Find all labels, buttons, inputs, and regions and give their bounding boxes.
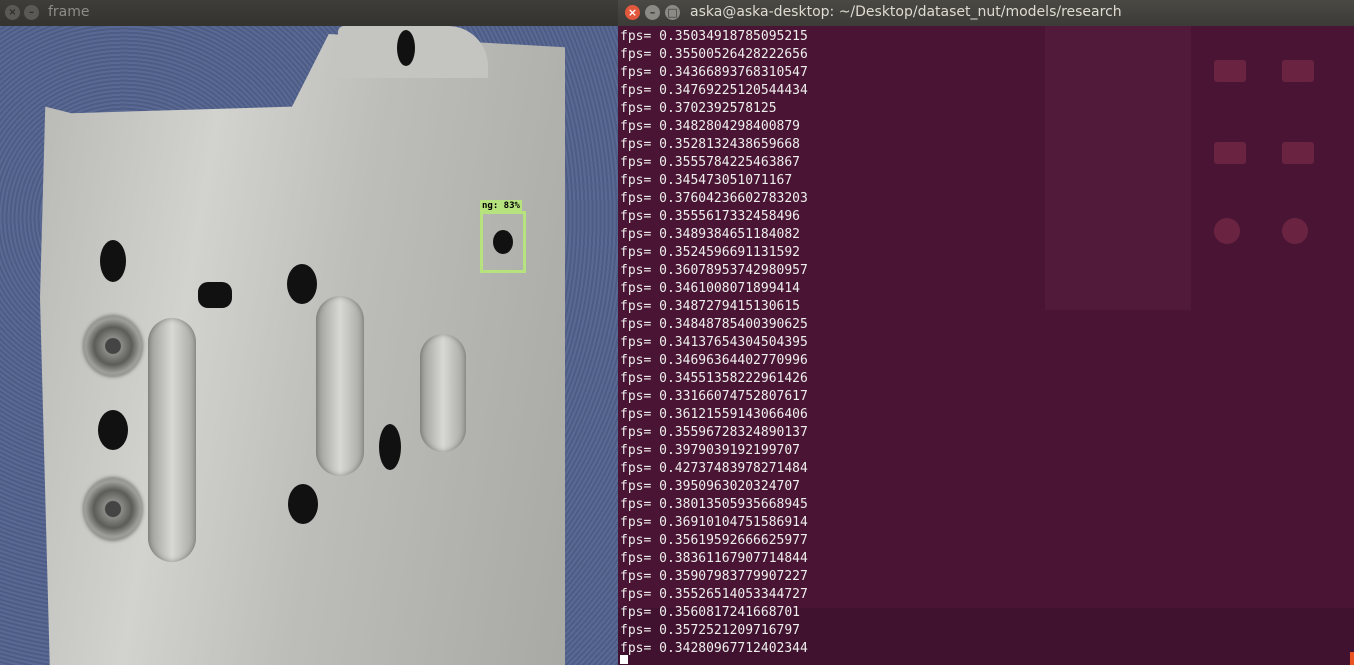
frame-titlebar[interactable]: × – frame bbox=[0, 0, 618, 26]
file-icon bbox=[1214, 218, 1240, 244]
camera-frame-image: ng: 83% bbox=[0, 26, 618, 665]
terminal-line: fps= 0.35619592666625977 bbox=[620, 533, 808, 548]
plate-hole bbox=[98, 410, 128, 450]
terminal-line: fps= 0.34551358222961426 bbox=[620, 371, 808, 386]
terminal-line: fps= 0.3555617332458496 bbox=[620, 209, 801, 224]
terminal-body[interactable]: fps= 0.35034918785095215 fps= 0.355005264… bbox=[618, 26, 1354, 665]
terminal-line: fps= 0.35907983779907227 bbox=[620, 569, 808, 584]
terminal-window: × – □ aska@aska-desktop: ~/Desktop/datas… bbox=[618, 0, 1354, 665]
terminal-line: fps= 0.35500526428222656 bbox=[620, 47, 808, 62]
terminal-line: fps= 0.37604236602783203 bbox=[620, 191, 808, 206]
launcher-indicator bbox=[1350, 652, 1354, 665]
plate-hole bbox=[379, 424, 401, 470]
terminal-cursor bbox=[620, 655, 628, 664]
folder-icon bbox=[1282, 142, 1314, 164]
folder-icon bbox=[1214, 60, 1246, 82]
terminal-line: fps= 0.34769225120544434 bbox=[620, 83, 808, 98]
terminal-line: fps= 0.34366893768310547 bbox=[620, 65, 808, 80]
frame-window-title: frame bbox=[48, 4, 90, 20]
plate-ridge bbox=[148, 318, 196, 562]
file-icon bbox=[1282, 218, 1308, 244]
terminal-line: fps= 0.3489384651184082 bbox=[620, 227, 801, 242]
terminal-line: fps= 0.34696364402770996 bbox=[620, 353, 808, 368]
terminal-line: fps= 0.3482804298400879 bbox=[620, 119, 801, 134]
terminal-line: fps= 0.3555784225463867 bbox=[620, 155, 801, 170]
terminal-line: fps= 0.3528132438659668 bbox=[620, 137, 801, 152]
plate-ridge bbox=[420, 334, 466, 452]
terminal-line: fps= 0.3702392578125 bbox=[620, 101, 777, 116]
plate-hole bbox=[198, 282, 232, 308]
terminal-window-title: aska@aska-desktop: ~/Desktop/dataset_nut… bbox=[690, 4, 1122, 20]
hex-nut bbox=[84, 316, 142, 376]
minimize-icon[interactable]: – bbox=[645, 5, 660, 20]
terminal-line: fps= 0.35034918785095215 bbox=[620, 29, 808, 44]
terminal-line: fps= 0.3524596691131592 bbox=[620, 245, 801, 260]
close-icon[interactable]: × bbox=[5, 5, 20, 20]
terminal-line: fps= 0.42737483978271484 bbox=[620, 461, 808, 476]
frame-window: × – frame ng: 83% bbox=[0, 0, 618, 665]
terminal-line: fps= 0.36121559143066406 bbox=[620, 407, 808, 422]
background-file-panel bbox=[1045, 26, 1191, 310]
minimize-icon[interactable]: – bbox=[24, 5, 39, 20]
terminal-line: fps= 0.3979039192199707 bbox=[620, 443, 801, 458]
plate-ridge bbox=[316, 296, 364, 476]
terminal-line: fps= 0.36910104751586914 bbox=[620, 515, 808, 530]
terminal-line: fps= 0.34280967712402344 bbox=[620, 641, 808, 656]
terminal-line: fps= 0.3560817241668701 bbox=[620, 605, 801, 620]
terminal-line: fps= 0.33166074752807617 bbox=[620, 389, 808, 404]
terminal-line: fps= 0.3487279415130615 bbox=[620, 299, 801, 314]
terminal-line: fps= 0.35596728324890137 bbox=[620, 425, 808, 440]
terminal-line: fps= 0.38361167907714844 bbox=[620, 551, 808, 566]
folder-icon bbox=[1282, 60, 1314, 82]
plate-hole bbox=[287, 264, 317, 304]
terminal-line: fps= 0.34848785400390625 bbox=[620, 317, 808, 332]
terminal-line: fps= 0.3461008071899414 bbox=[620, 281, 801, 296]
maximize-icon[interactable]: □ bbox=[665, 5, 680, 20]
terminal-line: fps= 0.345473051071167 bbox=[620, 173, 793, 188]
terminal-line: fps= 0.3572521209716797 bbox=[620, 623, 801, 638]
folder-icon bbox=[1214, 142, 1246, 164]
terminal-line: fps= 0.3950963020324707 bbox=[620, 479, 801, 494]
plate-hole bbox=[100, 240, 126, 282]
plate-hole bbox=[288, 484, 318, 524]
terminal-line: fps= 0.36078953742980957 bbox=[620, 263, 808, 278]
hex-nut bbox=[84, 478, 142, 540]
terminal-titlebar[interactable]: × – □ aska@aska-desktop: ~/Desktop/datas… bbox=[618, 0, 1354, 26]
close-icon[interactable]: × bbox=[625, 5, 640, 20]
terminal-line: fps= 0.34137654304504395 bbox=[620, 335, 808, 350]
terminal-output: fps= 0.35034918785095215 fps= 0.355005264… bbox=[620, 28, 808, 658]
terminal-line: fps= 0.38013505935668945 bbox=[620, 497, 808, 512]
terminal-line: fps= 0.35526514053344727 bbox=[620, 587, 808, 602]
detection-bounding-box bbox=[480, 211, 526, 273]
plate-hole bbox=[397, 30, 415, 66]
